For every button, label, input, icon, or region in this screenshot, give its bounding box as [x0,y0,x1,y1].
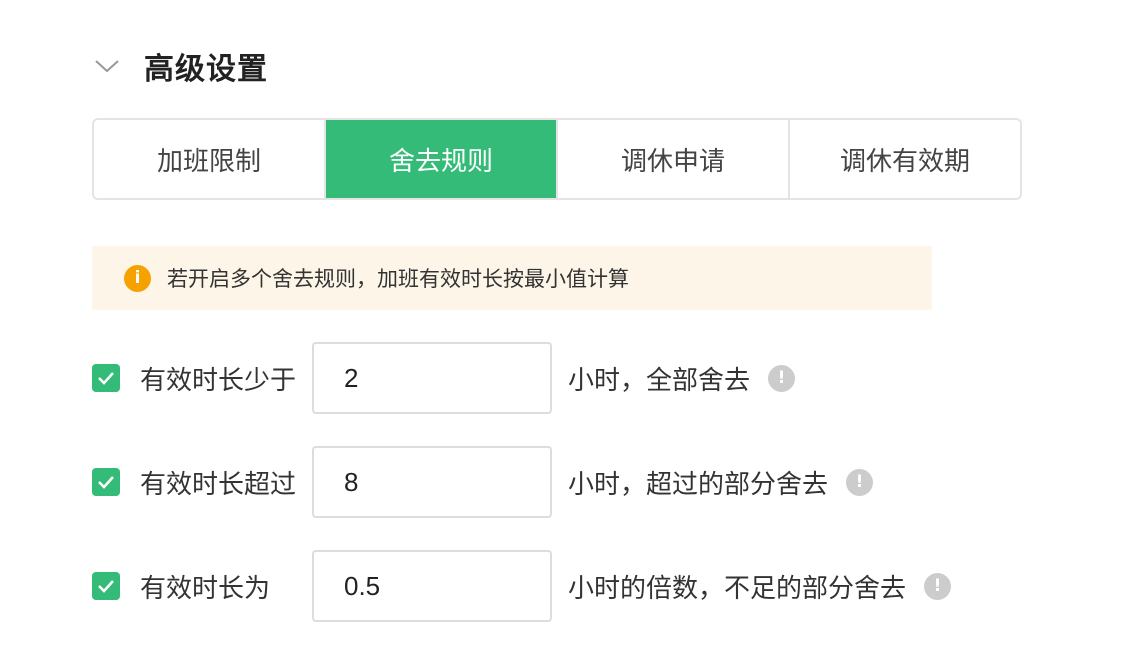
tab-overtime-limit[interactable]: 加班限制 [94,120,326,198]
notice-text: 若开启多个舍去规则，加班有效时长按最小值计算 [167,267,629,291]
tab-leave-validity[interactable]: 调休有效期 [790,120,1020,198]
tab-leave-request[interactable]: 调休申请 [558,120,790,198]
rule-input-multiple[interactable] [312,550,552,622]
chevron-down-icon[interactable] [94,53,120,79]
rule-label: 有效时长超过 [140,469,297,500]
help-icon[interactable]: ! [924,572,952,600]
rule-checkbox-exceeds[interactable] [92,468,120,496]
notice-banner: i 若开启多个舍去规则，加班有效时长按最小值计算 [92,246,932,310]
help-icon[interactable]: ! [846,468,874,496]
rule-input-exceeds[interactable] [312,446,552,518]
rule-suffix: 小时，超过的部分舍去 [568,469,829,500]
rule-checkbox-multiple[interactable] [92,572,120,600]
info-icon: i [124,264,151,292]
rule-row-exceeds: 有效时长超过 小时，超过的部分舍去 ! [92,446,874,518]
section-title: 高级设置 [144,52,268,87]
rule-label: 有效时长少于 [140,365,297,396]
rule-checkbox-less-than[interactable] [92,364,120,392]
tab-rounding-rules[interactable]: 舍去规则 [326,120,558,198]
rule-suffix: 小时，全部舍去 [568,365,751,396]
advanced-settings-header[interactable]: 高级设置 [94,44,268,88]
rule-suffix: 小时的倍数，不足的部分舍去 [568,573,907,604]
rule-label: 有效时长为 [140,573,271,604]
settings-tabs: 加班限制 舍去规则 调休申请 调休有效期 [92,118,1022,200]
rule-row-multiple: 有效时长为 小时的倍数，不足的部分舍去 ! [92,550,952,622]
rule-input-less-than[interactable] [312,342,552,414]
rule-row-less-than: 有效时长少于 小时，全部舍去 ! [92,342,796,414]
help-icon[interactable]: ! [768,364,796,392]
